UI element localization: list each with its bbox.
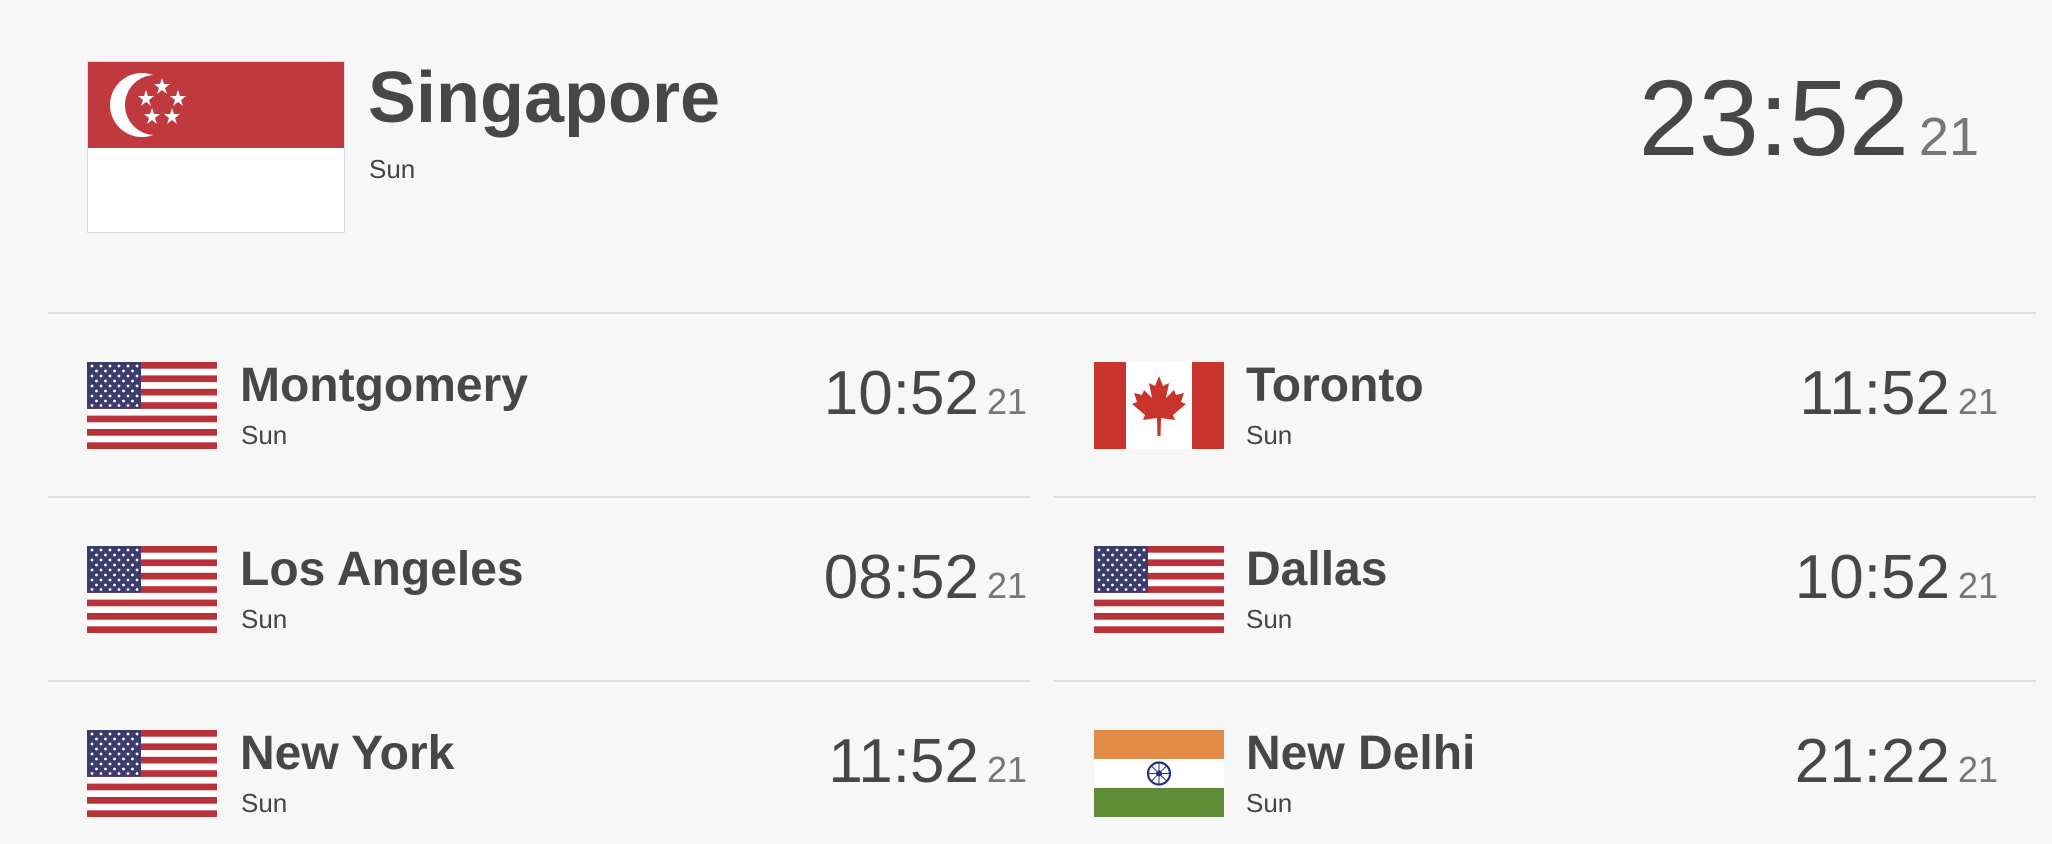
city-card-los-angeles[interactable]: Los Angeles Sun 08:52 21: [48, 498, 1030, 682]
city-seconds: 21: [1957, 381, 1998, 422]
city-seconds: 21: [1957, 749, 1998, 790]
singapore-flag-icon: [87, 61, 345, 233]
city-card-montgomery[interactable]: Montgomery Sun 10:52 21: [48, 314, 1030, 498]
usa-flag-icon: [87, 546, 217, 633]
usa-flag-icon: [87, 362, 217, 449]
city-day: Sun: [241, 420, 288, 450]
main-city-clock: 23:52 21: [1639, 58, 1979, 211]
city-clock: 10:52 21: [1795, 540, 1998, 632]
city-name: Toronto: [1246, 359, 1424, 412]
city-time: 11:52: [828, 727, 979, 796]
city-seconds: 21: [986, 381, 1027, 422]
city-day: Sun: [1246, 788, 1293, 818]
city-day: Sun: [241, 604, 288, 634]
city-name: Los Angeles: [240, 543, 524, 596]
city-card-dallas[interactable]: Dallas Sun 10:52 21: [1053, 498, 2035, 682]
city-seconds: 21: [1957, 565, 1998, 606]
city-card-toronto[interactable]: Toronto Sun 11:52 21: [1053, 314, 2035, 498]
city-time: 10:52: [823, 359, 979, 428]
main-city-card: Singapore Sun 23:52 21: [0, 0, 2052, 312]
canada-flag-icon: [1094, 362, 1224, 449]
city-time: 21:22: [1794, 727, 1950, 796]
city-time: 10:52: [1794, 543, 1950, 612]
usa-flag-icon: [87, 730, 217, 817]
city-name: New Delhi: [1246, 727, 1476, 780]
city-name: New York: [240, 727, 455, 780]
city-day: Sun: [1246, 604, 1293, 634]
city-time: 08:52: [823, 543, 979, 612]
city-clock: 10:52 21: [824, 356, 1027, 448]
city-card-new-york[interactable]: New York Sun 11:52 21: [48, 682, 1030, 844]
city-seconds: 21: [986, 749, 1027, 790]
city-day: Sun: [241, 788, 288, 818]
city-clock: 21:22 21: [1795, 724, 1998, 816]
city-card-new-delhi[interactable]: New Delhi Sun 21:22 21: [1053, 682, 2035, 844]
city-clock: 11:52 21: [1799, 356, 1998, 448]
city-clock: 08:52 21: [824, 540, 1027, 632]
city-seconds: 21: [986, 565, 1027, 606]
india-flag-icon: [1094, 730, 1224, 817]
city-name: Dallas: [1246, 543, 1388, 596]
city-name: Montgomery: [240, 359, 528, 412]
city-day: Sun: [1246, 420, 1293, 450]
city-clock: 11:52 21: [828, 724, 1027, 816]
main-city-time: 23:52: [1638, 57, 1909, 178]
main-city-day: Sun: [369, 154, 416, 184]
city-time: 11:52: [1799, 359, 1950, 428]
main-city-name: Singapore: [368, 58, 721, 138]
usa-flag-icon: [1094, 546, 1224, 633]
main-city-seconds: 21: [1918, 107, 1979, 167]
